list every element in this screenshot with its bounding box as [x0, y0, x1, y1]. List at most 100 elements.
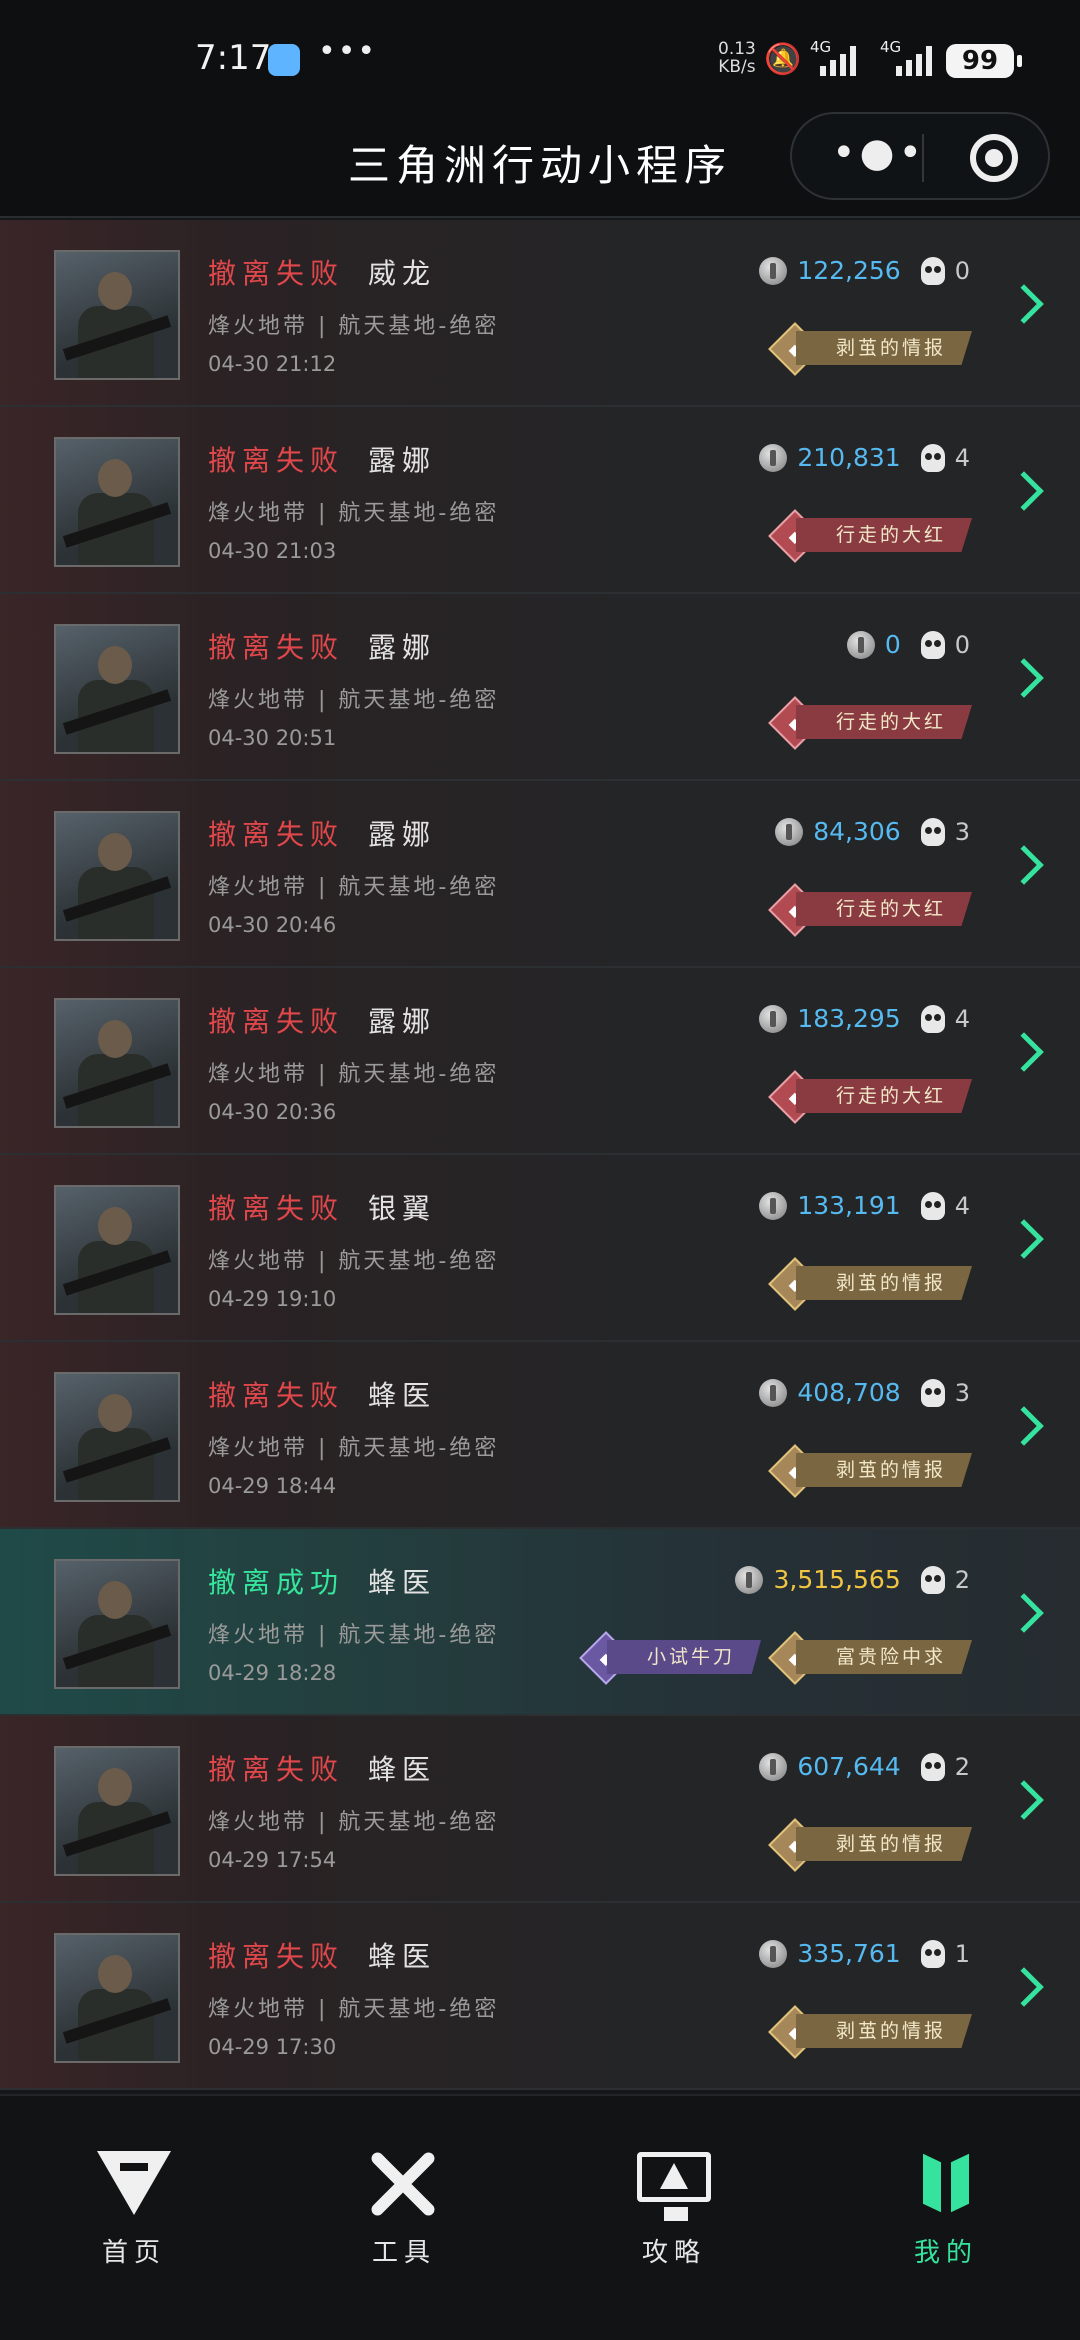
chevron-right-icon[interactable] [1004, 1032, 1044, 1072]
match-record-row[interactable]: 撤离失败 蜂医 烽火地带 | 航天基地-绝密 04-29 17:30 335,7… [0, 1903, 1080, 2090]
home-icon [97, 2151, 171, 2215]
nav-label: 攻略 [641, 2238, 706, 2268]
nav-guide[interactable]: 攻略 [574, 2146, 774, 2269]
match-record-row[interactable]: 撤离失败 蜂医 烽火地带 | 航天基地-绝密 04-29 17:54 607,6… [0, 1716, 1080, 1903]
achievement-badge: ◆ 行走的大红 [768, 509, 972, 563]
extraction-status: 撤离失败 [208, 631, 345, 664]
match-stats: 122,256 0 [759, 256, 970, 285]
operator-name: 蜂医 [368, 1379, 437, 1412]
achievement-badge: ◆ 小试牛刀 [579, 1631, 761, 1685]
nav-home[interactable]: 首页 [34, 2146, 234, 2269]
mute-bell-icon: 🔕 [764, 42, 802, 77]
extraction-status: 撤离失败 [208, 818, 345, 851]
map-mode: 烽火地带 | 航天基地-绝密 [208, 1810, 500, 1835]
match-record-row[interactable]: 撤离失败 露娜 烽火地带 | 航天基地-绝密 04-30 20:46 84,30… [0, 781, 1080, 968]
match-time: 04-29 19:10 [208, 1287, 337, 1311]
chevron-right-icon[interactable] [1004, 1780, 1044, 1820]
extraction-status: 撤离失败 [208, 1940, 345, 1973]
loot-value: 408,708 [797, 1378, 901, 1407]
map-mode: 烽火地带 | 航天基地-绝密 [208, 1249, 500, 1274]
coin-icon [759, 1004, 788, 1033]
match-record-row[interactable]: 撤离失败 露娜 烽火地带 | 航天基地-绝密 04-30 20:36 183,2… [0, 968, 1080, 1155]
extraction-status: 撤离失败 [208, 1005, 345, 1038]
kill-count: 4 [954, 1191, 970, 1220]
bottom-nav: 首页 工具 攻略 我的 [0, 2094, 1080, 2340]
coin-icon [846, 630, 875, 659]
match-time: 04-29 17:54 [208, 1848, 337, 1872]
signal-icon-2 [896, 44, 932, 76]
coin-icon [775, 817, 804, 846]
more-icon[interactable]: •●• [832, 130, 926, 176]
more-notifications-icon: ••• [318, 34, 378, 69]
map-mode: 烽火地带 | 航天基地-绝密 [208, 1436, 500, 1461]
chevron-right-icon[interactable] [1004, 471, 1044, 511]
chevron-right-icon[interactable] [1004, 1593, 1044, 1633]
match-time: 04-30 21:03 [208, 539, 337, 563]
match-record-row[interactable]: 撤离失败 蜂医 烽火地带 | 航天基地-绝密 04-29 18:44 408,7… [0, 1342, 1080, 1529]
match-stats: 133,191 4 [759, 1191, 970, 1220]
skull-icon [920, 1752, 945, 1781]
kill-count: 2 [954, 1752, 970, 1781]
match-time: 04-29 18:44 [208, 1474, 337, 1498]
coin-icon [759, 1191, 788, 1220]
operator-avatar [54, 1372, 180, 1502]
skull-icon [920, 1378, 945, 1407]
match-stats: 607,644 2 [759, 1752, 970, 1781]
operator-avatar [54, 1185, 180, 1315]
loot-value: 607,644 [797, 1752, 901, 1781]
battery-indicator: 99 [946, 44, 1022, 78]
match-record-row[interactable]: 撤离失败 露娜 烽火地带 | 航天基地-绝密 04-30 20:51 0 0 ◆… [0, 594, 1080, 781]
skull-icon [920, 1565, 945, 1594]
capsule-divider [922, 134, 924, 182]
badge-label: 行走的大红 [795, 705, 972, 739]
match-time: 04-29 18:28 [208, 1661, 337, 1685]
match-stats: 210,831 4 [759, 443, 970, 472]
chevron-right-icon[interactable] [1004, 1967, 1044, 2007]
match-stats: 408,708 3 [759, 1378, 970, 1407]
extraction-status: 撤离失败 [208, 1192, 345, 1225]
match-record-row[interactable]: 撤离失败 威龙 烽火地带 | 航天基地-绝密 04-30 21:12 122,2… [0, 220, 1080, 407]
map-mode: 烽火地带 | 航天基地-绝密 [208, 875, 500, 900]
extraction-status: 撤离失败 [208, 1379, 345, 1412]
match-record-row[interactable]: 撤离成功 蜂医 烽火地带 | 航天基地-绝密 04-29 18:28 3,515… [0, 1529, 1080, 1716]
kill-count: 2 [954, 1565, 970, 1594]
operator-avatar [54, 1933, 180, 2063]
operator-name: 露娜 [368, 631, 437, 664]
achievement-badge: ◆ 剥茧的情报 [768, 322, 972, 376]
operator-name: 露娜 [368, 818, 437, 851]
nav-label: 首页 [101, 2238, 166, 2268]
skull-icon [920, 1004, 945, 1033]
chevron-right-icon[interactable] [1004, 284, 1044, 324]
badge-label: 行走的大红 [795, 892, 972, 926]
operator-name: 露娜 [368, 444, 437, 477]
chevron-right-icon[interactable] [1004, 658, 1044, 698]
skull-icon [920, 630, 945, 659]
guide-icon [637, 2152, 711, 2221]
achievement-badge: ◆ 剥茧的情报 [768, 1444, 972, 1498]
loot-value: 133,191 [797, 1191, 901, 1220]
chevron-right-icon[interactable] [1004, 1406, 1044, 1446]
match-stats: 84,306 3 [775, 817, 970, 846]
operator-avatar [54, 250, 180, 380]
map-mode: 烽火地带 | 航天基地-绝密 [208, 688, 500, 713]
kill-count: 4 [954, 1004, 970, 1033]
match-record-row[interactable]: 撤离失败 银翼 烽火地带 | 航天基地-绝密 04-29 19:10 133,1… [0, 1155, 1080, 1342]
operator-avatar [54, 998, 180, 1128]
loot-value: 0 [884, 630, 901, 659]
target-icon[interactable] [970, 134, 1018, 182]
chevron-right-icon[interactable] [1004, 1219, 1044, 1259]
achievement-badge: ◆ 富贵险中求 [768, 1631, 972, 1685]
coin-icon [759, 256, 788, 285]
match-record-row[interactable]: 撤离失败 露娜 烽火地带 | 航天基地-绝密 04-30 21:03 210,8… [0, 407, 1080, 594]
achievement-badge: ◆ 行走的大红 [768, 696, 972, 750]
nav-profile[interactable]: 我的 [846, 2146, 1046, 2269]
nav-label: 工具 [371, 2238, 436, 2268]
coin-icon [759, 1939, 788, 1968]
match-stats: 183,295 4 [759, 1004, 970, 1033]
achievement-badge: ◆ 剥茧的情报 [768, 1257, 972, 1311]
network-speed: 0.13 KB/s [718, 39, 756, 77]
nav-tools[interactable]: 工具 [304, 2146, 504, 2269]
badge-label: 行走的大红 [795, 1079, 972, 1113]
skull-icon [920, 256, 945, 285]
chevron-right-icon[interactable] [1004, 845, 1044, 885]
